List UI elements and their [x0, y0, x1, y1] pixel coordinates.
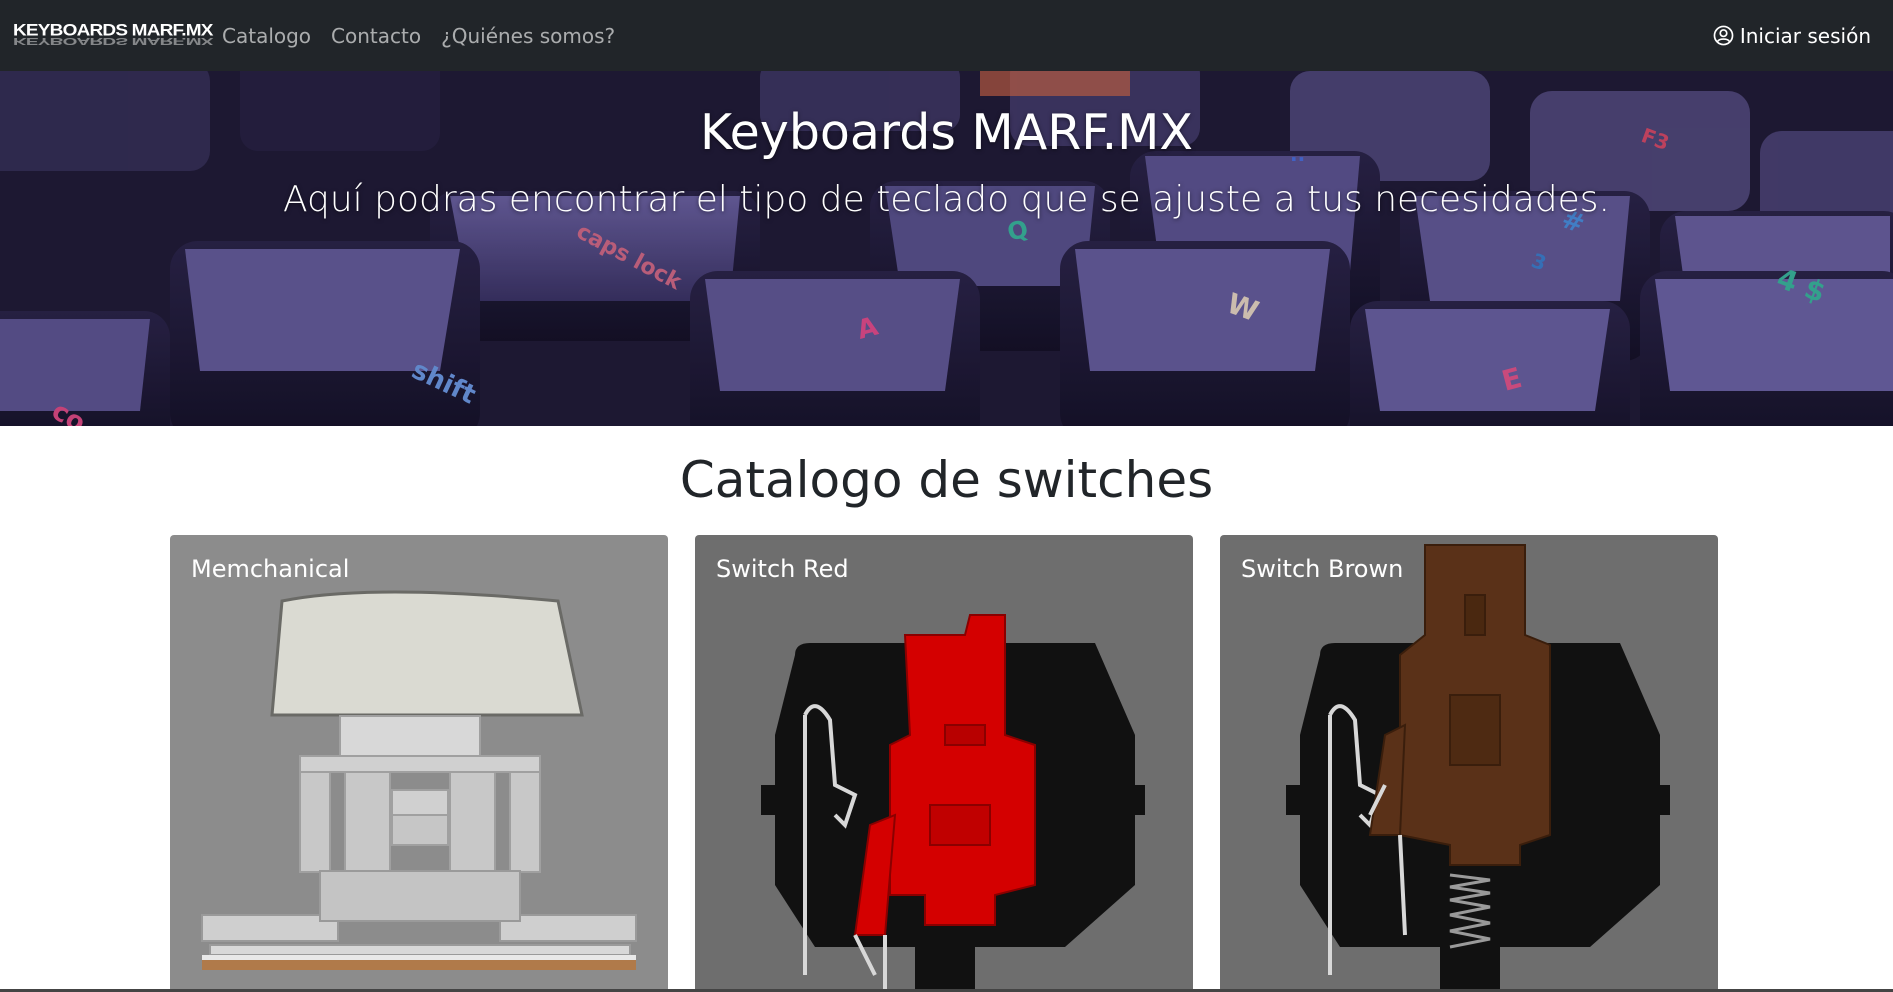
- catalog-title: Catalogo de switches: [679, 451, 1214, 509]
- user-circle-icon: [1713, 25, 1734, 46]
- card-title: Switch Brown: [1241, 555, 1404, 583]
- login-label: Iniciar sesión: [1739, 23, 1871, 48]
- switch-card-memchanical[interactable]: Memchanical: [170, 535, 668, 992]
- card-title: Switch Red: [716, 555, 849, 583]
- brand-logo[interactable]: KEYBOARDS MARF.MX KEYBOARDS MARF.MX: [13, 21, 213, 46]
- hero-subtitle: Aquí podras encontrar el tipo de teclado…: [283, 179, 1610, 220]
- nav-link-contacto[interactable]: Contacto: [331, 24, 421, 48]
- top-navbar: KEYBOARDS MARF.MX KEYBOARDS MARF.MX Cata…: [0, 0, 1893, 71]
- brand-text: KEYBOARDS MARF.MX: [13, 21, 213, 40]
- card-title: Memchanical: [191, 555, 350, 583]
- membrane-switch-image: [201, 590, 637, 970]
- hero-title: Keyboards MARF.MX: [699, 104, 1193, 161]
- nav-links: Catalogo Contacto ¿Quiénes somos?: [222, 0, 635, 71]
- nav-link-catalogo[interactable]: Catalogo: [222, 24, 311, 48]
- nav-link-quienes-somos[interactable]: ¿Quiénes somos?: [441, 24, 615, 48]
- red-switch-image: [761, 614, 1145, 992]
- switch-card-red[interactable]: Switch Red: [695, 535, 1193, 992]
- login-button[interactable]: Iniciar sesión: [1713, 0, 1871, 71]
- switch-card-brown[interactable]: Switch Brown: [1220, 535, 1718, 992]
- hero-banner: shift caps lock A Q W E # 3 4 $ F3 co ..…: [0, 71, 1893, 426]
- brown-switch-image: [1286, 544, 1670, 992]
